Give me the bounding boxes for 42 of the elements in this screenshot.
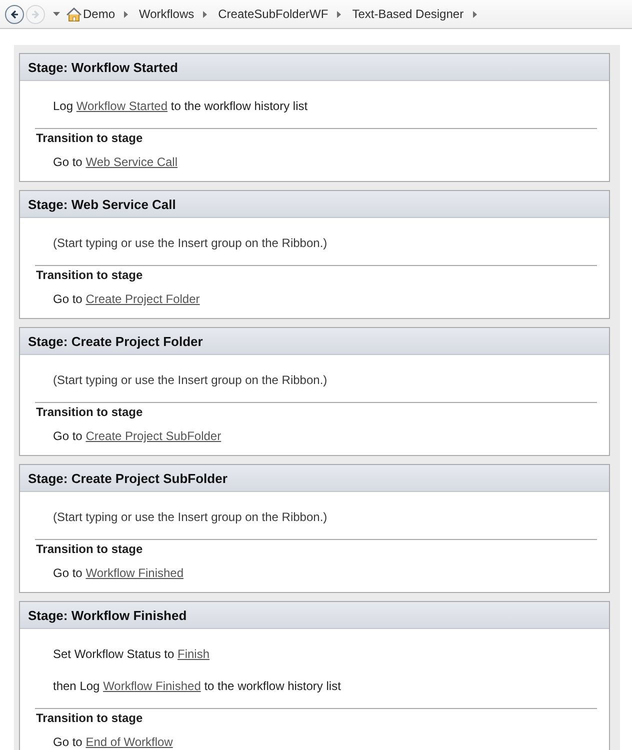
caret-right-icon[interactable]: [203, 10, 208, 18]
transition-sentence: Go to Workflow Finished: [53, 565, 184, 582]
forward-arrow-icon: [31, 10, 40, 18]
link[interactable]: Create Project Folder: [86, 292, 200, 306]
stage-title: Stage: Create Project SubFolder: [28, 470, 228, 486]
link[interactable]: Workflow Finished: [86, 566, 184, 580]
breadcrumb-item[interactable]: CreateSubFolderWF: [218, 7, 328, 21]
link[interactable]: Workflow Started: [76, 99, 168, 113]
link[interactable]: Create Project SubFolder: [86, 429, 222, 443]
transition-heading: Transition to stage: [36, 541, 143, 558]
caret-right-icon[interactable]: [337, 10, 342, 18]
caret-down-icon[interactable]: [53, 12, 60, 16]
link[interactable]: Web Service Call: [86, 155, 178, 169]
transition-sentence: Go to Web Service Call: [53, 154, 178, 171]
action-sentence: then Log Workflow Finished to the workflow history list: [53, 678, 341, 695]
transition-heading: Transition to stage: [36, 710, 143, 727]
back-button[interactable]: [5, 4, 24, 24]
transition-sentence: Go to End of Workflow: [53, 734, 173, 750]
placeholder-hint: (Start typing or use the Insert group on the Ribbon.): [53, 509, 328, 526]
stage-title: Stage: Web Service Call: [28, 196, 176, 212]
transition-heading: Transition to stage: [36, 404, 143, 421]
link[interactable]: Workflow Finished: [103, 679, 201, 693]
action-sentence: Set Workflow Status to Finish: [53, 646, 210, 663]
breadcrumb-item[interactable]: Text-Based Designer: [352, 7, 464, 21]
link[interactable]: End of Workflow: [86, 735, 173, 749]
stage-title: Stage: Workflow Finished: [28, 608, 187, 622]
back-arrow-icon: [10, 10, 19, 18]
caret-right-icon[interactable]: [472, 10, 477, 18]
breadcrumb-item[interactable]: Demo: [83, 7, 116, 21]
breadcrumb-item[interactable]: Workflows: [139, 7, 194, 21]
placeholder-hint: (Start typing or use the Insert group on the Ribbon.): [53, 235, 328, 252]
stage-title: Stage: Workflow Started: [28, 60, 178, 74]
home-icon: [66, 6, 82, 22]
placeholder-hint: (Start typing or use the Insert group on the Ribbon.): [53, 372, 328, 389]
transition-heading: Transition to stage: [36, 267, 143, 284]
action-sentence: Log Workflow Started to the workflow history list: [53, 98, 308, 115]
caret-right-icon[interactable]: [124, 10, 128, 18]
transition-sentence: Go to Create Project SubFolder: [53, 428, 222, 445]
transition-heading: Transition to stage: [36, 130, 143, 147]
transition-sentence: Go to Create Project Folder: [53, 291, 200, 308]
link[interactable]: Finish: [178, 647, 210, 661]
stage-title: Stage: Create Project Folder: [28, 334, 203, 348]
